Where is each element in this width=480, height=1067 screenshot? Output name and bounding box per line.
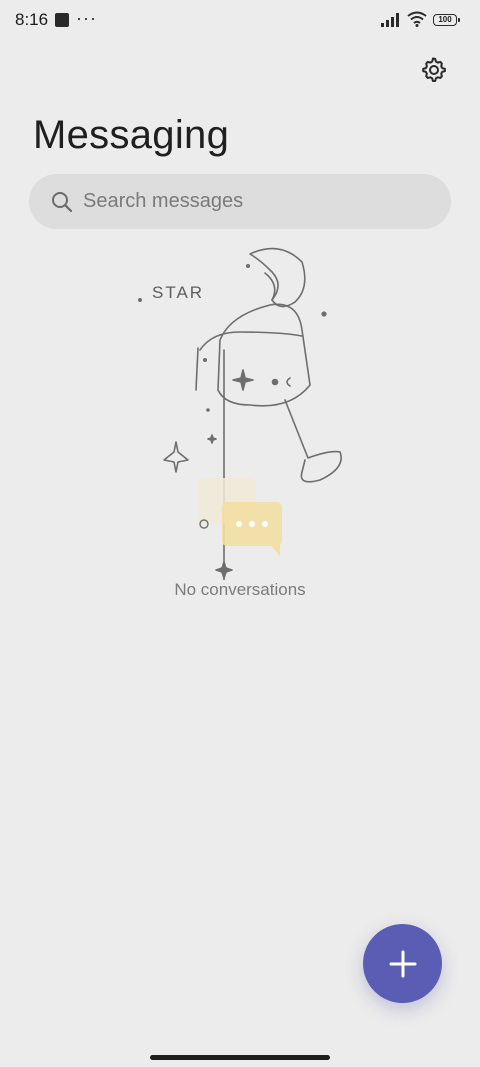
home-indicator[interactable] <box>150 1055 330 1060</box>
new-conversation-button[interactable] <box>363 924 442 1003</box>
empty-state-message: No conversations <box>174 580 306 599</box>
notification-icon <box>55 13 69 27</box>
signal-icon <box>381 13 399 27</box>
empty-state-illustration: STAR <box>138 247 342 580</box>
search-input[interactable] <box>83 174 423 229</box>
wifi-icon <box>407 11 427 27</box>
battery-icon: 100 <box>433 14 460 26</box>
illustration-star-text: STAR <box>152 283 204 302</box>
settings-button[interactable] <box>416 52 452 88</box>
more-notifications-icon: ··· <box>76 8 97 28</box>
status-bar: 8:16 ··· 100 <box>0 0 480 44</box>
status-time: 8:16 <box>15 10 49 29</box>
page-title: Messaging <box>33 113 230 157</box>
search-bar[interactable] <box>29 174 451 229</box>
gear-icon <box>422 57 446 82</box>
search-icon <box>52 192 73 213</box>
plus-icon <box>389 950 416 977</box>
